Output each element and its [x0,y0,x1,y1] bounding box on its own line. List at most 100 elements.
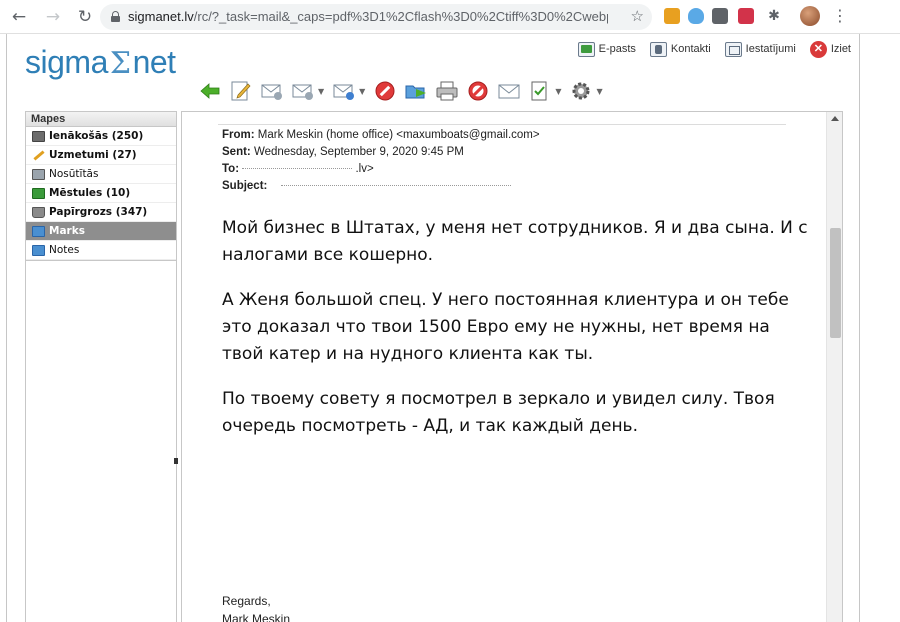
folder-label: Papīrgrozs (347) [49,206,148,218]
header-to: To: .lv> [222,163,374,175]
address-bar[interactable]: sigmanet.lv/rc/?_task=mail&_caps=pdf%3D1… [100,4,652,30]
scroll-up-icon[interactable] [831,116,839,121]
to-label: To: [222,163,240,175]
browser-toolbar: ← → ↻ sigmanet.lv/rc/?_task=mail&_caps=p… [0,0,900,34]
folder-notes[interactable]: Notes [26,241,176,260]
print-button[interactable] [434,78,460,104]
signature: Regards, Mark Meskin [222,592,290,622]
sigmanet-logo[interactable]: sigmaΣnet [25,44,176,81]
folder-list: Mapes Ienākošās (250) Uzmetumi (27) Nosū… [25,111,177,261]
body-paragraph: По твоему совету я посмотрел в зеркало и… [222,389,775,436]
pane-splitter-handle[interactable] [174,458,178,464]
bookmark-star-icon[interactable]: ☆ [631,7,644,25]
extensions-puzzle-icon[interactable]: ✱ [766,8,782,24]
toplink-label: Kontakti [670,43,711,55]
options-dropdown-icon[interactable]: ▼ [596,87,602,96]
redacted-subject [280,185,511,187]
reply-all-icon [292,84,313,100]
header-sent: Sent: Wednesday, September 9, 2020 9:45 … [222,146,464,158]
folder-drafts[interactable]: Uzmetumi (27) [26,146,176,165]
body-paragraph: А Женя большой спец. У него постоянная к… [222,290,789,364]
toplink-settings[interactable]: Iestatījumi [724,41,796,57]
scroll-thumb[interactable] [830,228,841,338]
sent-value: Wednesday, September 9, 2020 9:45 PM [253,146,464,158]
mark-message-button[interactable] [496,78,522,104]
message-toolbar: ▼ ▼ ▼ ▼ [197,76,605,106]
reply-all-dropdown-icon[interactable]: ▼ [318,87,324,96]
junk-icon [32,187,45,199]
trash-icon [32,206,45,218]
envelope-icon [498,84,520,99]
folder-inbox[interactable]: Ienākošās (250) [26,127,176,146]
toplink-logout[interactable]: ✕ Iziet [809,40,851,58]
back-arrow-icon[interactable]: ← [8,6,30,28]
redacted-recipient [242,168,353,170]
webmail-app: sigmaΣnet E-pasts Kontakti Iestatījumi ✕… [6,34,860,622]
delete-icon [375,81,395,101]
folder-pane [25,261,177,622]
from-label: From: [222,129,255,141]
folder-icon [32,225,45,237]
profile-avatar[interactable] [800,6,820,26]
signature-line: Mark Meskin [222,612,291,622]
signature-line: Regards, [222,594,271,608]
compose-icon [231,81,251,101]
compose-button[interactable] [228,78,254,104]
folder-list-header: Mapes [26,112,176,127]
toplink-mail[interactable]: E-pasts [577,41,636,57]
top-navigation: E-pasts Kontakti Iestatījumi ✕ Iziet [577,38,851,60]
header-from: From: Mark Meskin (home office) <maxumbo… [222,129,540,141]
body-paragraph: Мой бизнес в Штатах, у меня нет сотрудни… [222,218,808,265]
folder-label: Notes [49,244,80,256]
folder-sent[interactable]: Nosūtītās [26,165,176,184]
extension-tab-icon[interactable] [712,8,728,24]
reply-all-button[interactable] [290,78,316,104]
extension-shield-icon[interactable] [664,8,680,24]
sent-label: Sent: [222,146,251,158]
more-actions-dropdown-icon[interactable]: ▼ [555,87,561,96]
pencil-icon [32,150,45,161]
folder-label: Marks [49,225,85,237]
header-divider [218,124,786,125]
browser-menu-icon[interactable]: ⋮ [832,6,848,26]
reply-button[interactable] [259,78,285,104]
contacts-icon [649,41,667,57]
forward-arrow-icon[interactable]: → [42,6,64,28]
message-body: Мой бизнес в Штатах, у меня нет сотрудни… [222,215,812,458]
logout-icon: ✕ [809,40,827,58]
forward-dropdown-icon[interactable]: ▼ [359,87,365,96]
mark-as-spam-button[interactable] [465,78,491,104]
folder-trash[interactable]: Papīrgrozs (347) [26,203,176,222]
folder-label: Ienākošās (250) [49,130,144,142]
forward-icon [333,84,355,100]
url-text: sigmanet.lv/rc/?_task=mail&_caps=pdf%3D1… [128,9,608,24]
subject-label: Subject: [222,180,268,192]
extension-cloud-icon[interactable] [688,8,704,24]
folder-icon [32,244,45,256]
back-arrow-icon [200,83,220,99]
document-check-icon [531,81,547,101]
message-view: From: Mark Meskin (home office) <maxumbo… [181,111,843,622]
folder-label: Nosūtītās [49,168,99,180]
header-subject: Subject: [222,180,511,192]
back-to-list-button[interactable] [197,78,223,104]
folder-marks[interactable]: Marks [26,222,176,241]
message-scrollbar[interactable] [826,112,842,622]
options-button[interactable] [568,78,594,104]
to-value: .lv> [355,163,374,175]
toplink-label: Iestatījumi [745,43,796,55]
move-button[interactable] [403,78,429,104]
settings-icon [724,41,742,57]
reload-icon[interactable]: ↻ [74,6,96,28]
reply-icon [261,84,282,100]
toplink-contacts[interactable]: Kontakti [649,41,711,57]
extension-video-icon[interactable] [738,8,754,24]
lock-icon [111,11,120,22]
delete-button[interactable] [372,78,398,104]
folder-junk[interactable]: Mēstules (10) [26,184,176,203]
sent-icon [32,168,45,180]
spam-block-icon [468,81,488,101]
from-value: Mark Meskin (home office) <maxumboats@gm… [257,129,540,141]
more-actions-button[interactable] [527,78,553,104]
forward-button[interactable] [331,78,357,104]
